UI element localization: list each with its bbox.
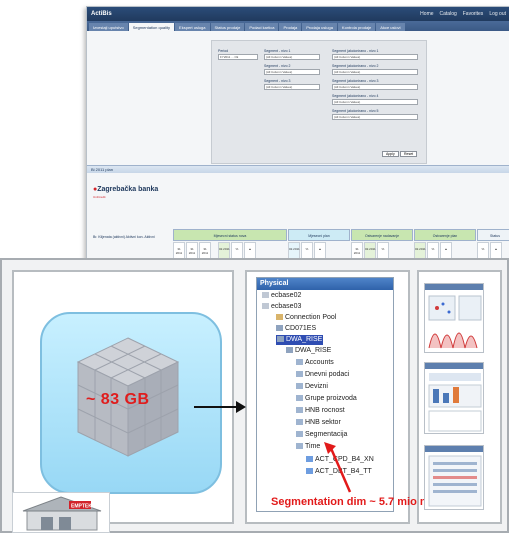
tab-strip: Izvestaji uputstvo Segmentation quality … [87,21,509,31]
connection-icon [276,314,283,321]
reset-button[interactable]: Reset [400,151,418,157]
table-icon [296,443,303,450]
tab-item-active[interactable]: Segmentation quality [128,23,175,31]
app-topbar: ActiBis Home Catalog Favorites Log out [87,7,509,21]
database-icon [262,303,269,310]
table-icon [296,383,303,390]
column-icon [306,468,313,475]
table-icon [296,407,303,414]
report-screenshot: ActiBis Home Catalog Favorites Log out I… [86,6,509,264]
filter-select[interactable]: (All Column Values) [264,84,320,90]
schema-icon [276,325,283,332]
tree-node[interactable]: Devizni [296,382,328,392]
tree-node[interactable]: DWA_RISE [286,346,331,356]
tree-node-selected[interactable]: DWA_RISE [276,335,324,345]
filter-panel: Period FY2011 ... Ok Segment - nivo 1 (A… [211,40,427,164]
tree-node[interactable]: CD071ES [276,324,316,334]
company-logo: EMPTEK [12,492,110,533]
table-group-header: Status [477,229,509,241]
filter-select[interactable]: (All Column Values) [332,99,418,105]
top-link-favorites[interactable]: Favorites [463,11,484,17]
filter-label: Period [218,49,229,53]
filter-select[interactable]: (All Column Values) [332,69,418,75]
filter-select[interactable]: (All Column Values) [332,84,418,90]
tree-node[interactable]: ecbase02 [262,291,301,301]
thumbnail-chart-2[interactable] [424,362,484,434]
tab-item[interactable]: Akce uslovi [376,23,405,31]
top-link-home[interactable]: Home [420,11,433,17]
apply-button[interactable]: Apply [382,151,399,157]
table-icon [296,371,303,378]
schema-icon [277,336,284,343]
filter-label: Segment (akcionirano - nivo 1 [332,49,379,53]
top-link-logout[interactable]: Log out [489,11,506,17]
arrow-right-icon [194,401,246,413]
tab-item[interactable]: Podaci kartica [245,23,279,31]
tree-header: Physical [257,278,393,290]
tab-item[interactable]: Prodaja usluga [302,23,337,31]
filter-label: Segment (akcionirano - nivo 5 [332,109,379,113]
tab-item[interactable]: Kontrola prodaje [337,23,376,31]
tree-node[interactable]: Time [296,442,320,452]
table-icon [296,395,303,402]
tree-node[interactable]: Dnevni podaci [296,370,349,380]
bank-logo: ●Zagrebačka banka [93,186,159,193]
filter-select[interactable]: (All Column Values) [332,54,418,60]
table-row-label: Br. Klijenata (aktivni) Aktivni kon. Akt… [93,235,155,239]
filter-label: Segment - nivo 3 [264,79,291,83]
tree-node[interactable]: ecbase03 [262,302,301,312]
tab-item[interactable]: Prodaja [279,23,302,31]
table-icon [296,431,303,438]
filter-select[interactable]: (All Column Values) [264,69,320,75]
tree-node[interactable]: HNB rocnost [296,406,345,416]
table-group-header: Ostvarenje plan [414,229,476,241]
filter-select[interactable]: FY2011 ... Ok [218,54,258,60]
filter-select[interactable]: (All Column Values) [264,54,320,60]
table-icon [296,359,303,366]
filter-label: Segment - nivo 1 [264,49,291,53]
table-icon [296,419,303,426]
building-icon: EMPTEK [22,496,102,531]
filter-label: Segment (akcionirano - nivo 4 [332,94,379,98]
table-group-header: Mjesecni status nova [173,229,287,241]
table-group-header: Ostvarenje nadavanje [351,229,413,241]
tree-node[interactable]: Accounts [296,358,334,368]
schema-icon [286,347,293,354]
annotation-arrow-icon [324,442,352,493]
bank-logo-text: Zagrebačka banka [97,186,159,193]
tab-item[interactable]: Status prodaje [210,23,245,31]
company-logo-text: EMPTEK [71,504,92,510]
filter-label: Segment - nivo 2 [264,64,291,68]
bank-sub-logo: UniCredit [93,195,106,199]
thumbnail-chart-3[interactable] [424,445,484,510]
database-icon [262,292,269,299]
column-icon [306,456,313,463]
tree-node[interactable]: HNB sektor [296,418,341,428]
tab-item[interactable]: Izvestaji uputstvo [89,23,128,31]
tree-node[interactable]: Grupe proizvoda [296,394,357,404]
thumbnail-chart-1[interactable] [424,283,484,353]
app-logo: ActiBis [91,11,112,17]
panel-header: Bi 2011 plan [87,165,509,173]
table-group-header: Mjesecni plan [288,229,350,241]
tab-item[interactable]: Ekspert usluga [175,23,210,31]
filter-label: Segment (akcionirano - nivo 2 [332,64,379,68]
cube-size-label: ~ 83 GB [86,391,150,408]
tree-node[interactable]: Connection Pool [276,313,336,323]
filter-label: Segment (akcionirano - nivo 3 [332,79,379,83]
filter-select[interactable]: (All Column Values) [332,114,418,120]
top-link-catalog[interactable]: Catalog [440,11,457,17]
